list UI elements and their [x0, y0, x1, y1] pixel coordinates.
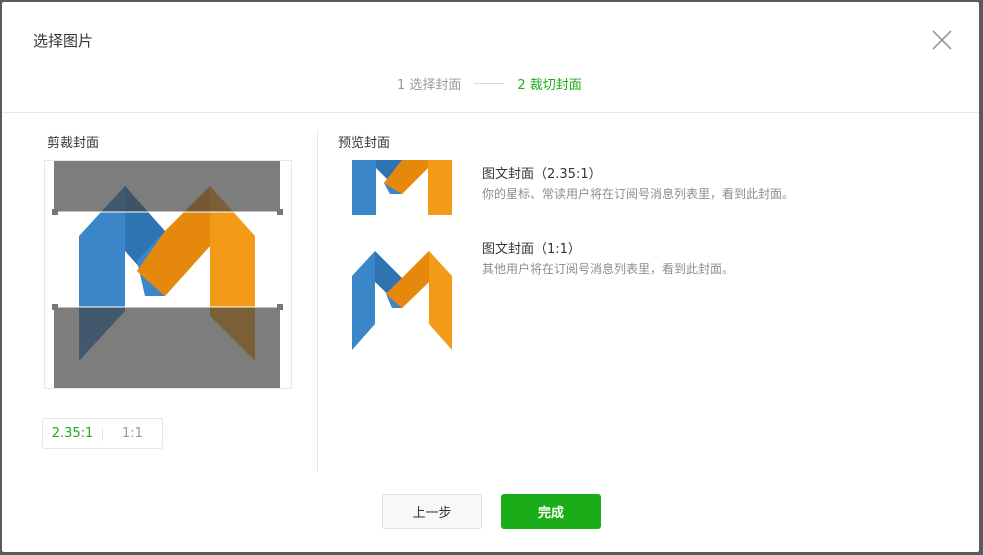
ratio-selector: 2.35:1 1:1: [42, 418, 163, 449]
column-divider: [317, 130, 318, 472]
step-2: 2 裁切封面: [517, 77, 582, 93]
preview-thumb-1-1: [350, 246, 454, 350]
done-button[interactable]: 完成: [501, 494, 601, 529]
crop-handle-tl[interactable]: [52, 209, 58, 215]
crop-label: 剪裁封面: [47, 136, 100, 151]
step-indicator: 1 选择封面 2 裁切封面: [397, 74, 582, 93]
preview-label: 预览封面: [338, 136, 391, 151]
step-connector: [474, 82, 505, 84]
crop-handle-tr[interactable]: [277, 209, 283, 215]
crop-handle-bl[interactable]: [52, 304, 58, 310]
ratio-option-1-1[interactable]: 1:1: [103, 426, 162, 441]
dialog-title: 选择图片: [33, 32, 94, 50]
close-icon[interactable]: [931, 29, 953, 51]
dialog: 选择图片 1 选择封面 2 裁切封面 剪裁封面 2.35:1 1:1 预览封面 …: [2, 2, 979, 552]
preview-thumb-2-35-1: [350, 160, 454, 215]
preview-title-2-35-1: 图文封面（2.35:1）: [482, 167, 602, 182]
header-divider: [2, 112, 979, 113]
step-1: 1 选择封面: [397, 77, 462, 93]
prev-step-button[interactable]: 上一步: [382, 494, 482, 529]
preview-desc-2-35-1: 你的星标、常读用户将在订阅号消息列表里，看到此封面。: [482, 187, 795, 201]
preview-desc-1-1: 其他用户将在订阅号消息列表里，看到此封面。: [482, 262, 735, 276]
crop-handle-br[interactable]: [277, 304, 283, 310]
preview-title-1-1: 图文封面（1:1）: [482, 242, 581, 257]
crop-image: [54, 161, 281, 388]
crop-area[interactable]: [44, 160, 292, 389]
ratio-option-2-35-1[interactable]: 2.35:1: [43, 426, 102, 441]
